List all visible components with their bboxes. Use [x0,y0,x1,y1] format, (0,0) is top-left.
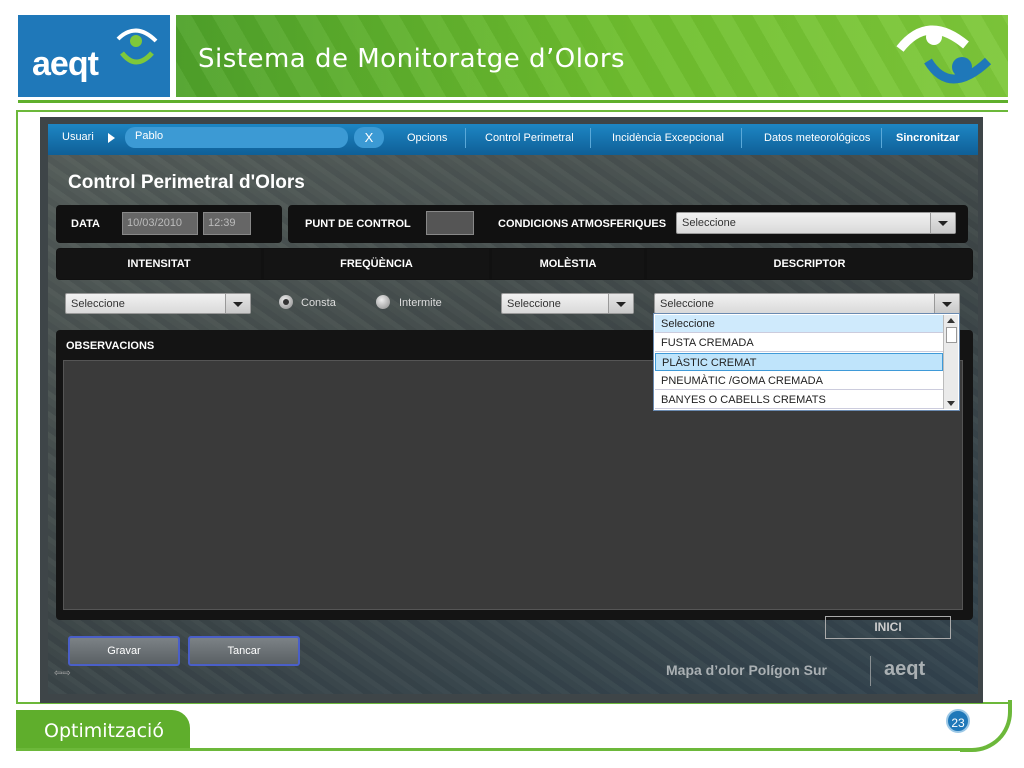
chevron-down-icon[interactable] [934,294,959,313]
footer-line [16,748,976,751]
intensitat-select-value: Seleccione [71,298,125,310]
menu-opcions[interactable]: Opcions [407,132,447,144]
header-molestia: MOLÈSTIA [492,249,644,279]
menu-separator [881,128,882,148]
close-button[interactable]: Tancar [188,636,300,666]
molestia-select-value: Seleccione [507,298,561,310]
radio-intermite-label: Intermite [399,297,442,309]
header-descriptor: DESCRIPTOR [647,249,972,279]
descriptor-select[interactable]: Seleccione [654,293,960,314]
map-logo-text: aeqt [884,658,926,680]
molestia-select[interactable]: Seleccione [501,293,634,314]
header-divider [18,100,1008,103]
observacions-label: OBSERVACIONS [66,340,155,352]
map-title: Mapa d’olor Polígon Sur [666,662,827,678]
condicions-label: CONDICIONS ATMOSFERIQUES [498,218,667,230]
menu-datos-meteorologicos[interactable]: Datos meteorológicos [764,132,870,144]
dropdown-item[interactable]: FUSTA CREMADA [655,334,943,352]
dropdown-scrollbar[interactable] [943,315,958,409]
arrow-right-icon [108,133,115,143]
dropdown-item-selected[interactable]: PLÀSTIC CREMAT [655,353,943,371]
radio-consta[interactable] [279,295,293,309]
menu-separator [590,128,591,148]
header-frequencia: FREQÜÈNCIA [264,249,489,279]
data-label: DATA [71,218,100,230]
menu-control-perimetral[interactable]: Control Perimetral [485,132,574,144]
scroll-up-icon[interactable] [947,318,955,323]
logo-text: aeqt [32,45,99,83]
inici-button[interactable]: INICI [825,616,951,639]
logout-button[interactable]: X [354,127,384,148]
time-field[interactable]: 12:39 [203,212,251,235]
form-title: Control Perimetral d'Olors [68,172,305,193]
dropdown-item[interactable]: BANYES O CABELLS CREMATS [655,391,943,409]
aeqt-logo-panel: aeqt [18,15,170,97]
punt-control-field[interactable] [426,211,474,235]
dropdown-item[interactable]: Seleccione [655,315,943,333]
chevron-down-icon[interactable] [608,294,633,313]
scroll-thumb[interactable] [946,327,957,343]
radio-intermite[interactable] [376,295,390,309]
condicions-select-value: Seleccione [682,217,736,229]
date-field[interactable]: 10/03/2010 [122,212,198,235]
descriptor-dropdown-list: Seleccione FUSTA CREMADA PLÀSTIC CREMAT … [653,313,960,411]
aeqt-symbol-icon [896,25,992,84]
menu-separator [465,128,466,148]
punt-control-label: PUNT DE CONTROL [305,218,411,230]
chevron-down-icon[interactable] [225,294,250,313]
menu-incidencia-excepcional[interactable]: Incidència Excepcional [612,132,724,144]
footer-title: Optimització [44,720,164,742]
map-divider [870,656,871,686]
scroll-down-icon[interactable] [947,401,955,406]
pan-arrows-icon[interactable]: ⇦⇨ [54,668,71,679]
header-intensitat: INTENSITAT [57,249,261,279]
page-number-badge: 23 [946,709,970,733]
slide-title: Sistema de Monitoratge d’Olors [198,44,626,74]
intensitat-select[interactable]: Seleccione [65,293,251,314]
descriptor-select-value: Seleccione [660,298,714,310]
dropdown-item[interactable]: PNEUMÀTIC /GOMA CREMADA [655,372,943,390]
menu-separator [741,128,742,148]
chevron-down-icon[interactable] [930,213,955,233]
save-button[interactable]: Gravar [68,636,180,666]
user-field[interactable]: Pablo [125,127,348,148]
menu-sincronitzar[interactable]: Sincronitzar [896,132,960,144]
user-label: Usuari [62,131,94,143]
radio-consta-label: Consta [301,297,336,309]
condicions-select[interactable]: Seleccione [676,212,956,234]
